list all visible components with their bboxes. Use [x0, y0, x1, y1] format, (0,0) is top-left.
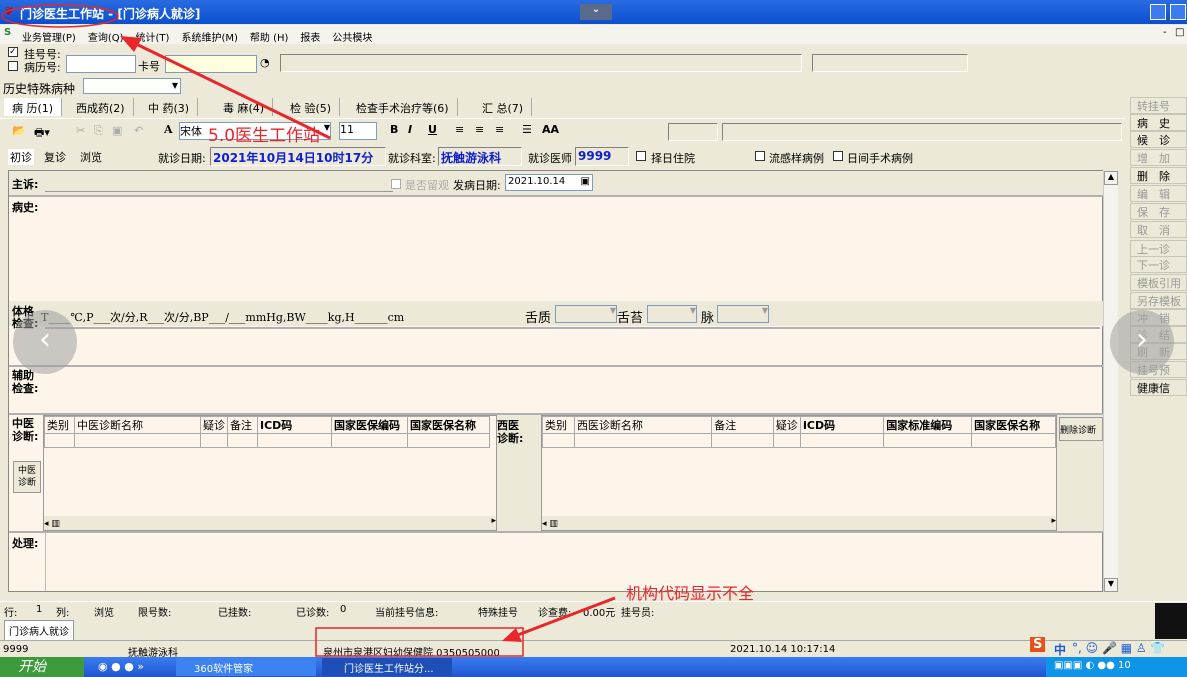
annotation-layer [1, 4, 616, 657]
annotation-arrowhead-2 [502, 628, 522, 642]
org-highlight-box [315, 627, 524, 657]
title-highlight-ellipse [1, 4, 119, 28]
annotation-note-2: 机构代码显示不全 [626, 584, 755, 603]
annotation-arrow-2 [514, 596, 616, 638]
annotation-note-1: 5.0医生工作站 [208, 126, 321, 146]
